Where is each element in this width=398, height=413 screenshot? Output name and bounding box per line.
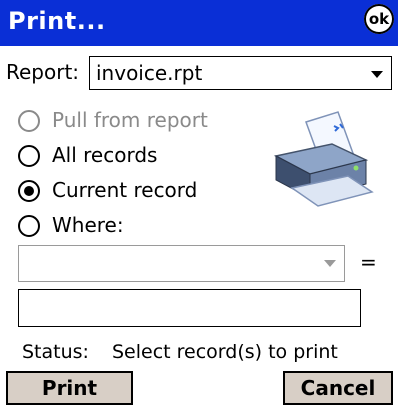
radio-button[interactable]	[18, 180, 40, 202]
report-label: Report:	[6, 60, 80, 84]
radio-label: All records	[52, 143, 158, 167]
radio-label: Where:	[52, 213, 124, 237]
radio-label: Current record	[52, 178, 198, 202]
report-selected-value: invoice.rpt	[96, 61, 203, 85]
status-text: Select record(s) to print	[112, 341, 338, 363]
radio-button[interactable]	[18, 145, 40, 167]
where-operator: =	[360, 250, 377, 274]
ok-icon[interactable]: ok	[364, 4, 394, 34]
print-button[interactable]: Print	[6, 371, 133, 405]
window-title: Print...	[8, 7, 106, 35]
radio-label: Pull from report	[52, 108, 208, 132]
chevron-down-icon	[371, 71, 383, 78]
report-select[interactable]: invoice.rpt	[89, 56, 392, 90]
title-bar: Print... ok	[0, 0, 398, 46]
radio-button[interactable]	[18, 110, 40, 132]
status-label: Status:	[22, 341, 89, 363]
where-field-select[interactable]	[18, 245, 345, 282]
radio-button[interactable]	[18, 215, 40, 237]
chevron-down-icon	[324, 260, 336, 267]
printer-icon	[262, 108, 378, 210]
where-value-input[interactable]	[18, 289, 361, 327]
cancel-button[interactable]: Cancel	[283, 371, 393, 405]
